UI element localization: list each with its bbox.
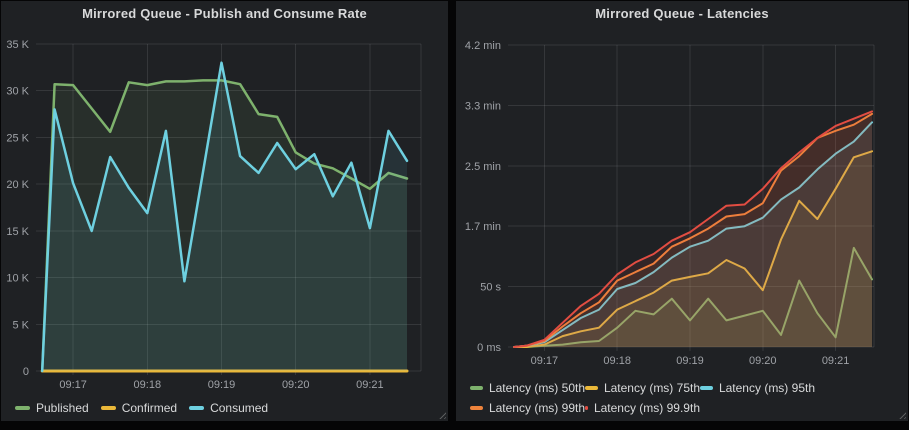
x-tick-label: 09:17: [531, 355, 559, 367]
x-tick-label: 09:18: [603, 355, 631, 367]
x-tick-label: 09:19: [676, 355, 704, 367]
y-tick-label: 0 ms: [477, 342, 501, 354]
x-tick-label: 09:19: [208, 379, 236, 391]
y-tick-label: 5 K: [12, 319, 29, 331]
legend-label: Published: [36, 401, 89, 415]
legend-label: Latency (ms) 75th: [604, 381, 700, 395]
y-tick-label: 0: [23, 366, 29, 378]
latencies-chart[interactable]: 0 ms 50 s 1.7 min 2.5 min 3.3 min 4.2 min 09:1…: [456, 1, 908, 421]
x-tick-label: 09:20: [282, 379, 310, 391]
y-tick-label: 25 K: [6, 132, 29, 144]
y-tick-label: 3.3 min: [465, 100, 501, 112]
legend-swatch-icon: [470, 386, 483, 390]
x-tick-label: 09:20: [749, 355, 777, 367]
legend-swatch-icon: [470, 406, 483, 410]
y-tick-label: 50 s: [480, 282, 501, 294]
y-tick-label: 1.7 min: [465, 221, 501, 233]
legend: Latency (ms) 50th Latency (ms) 75th Latenc…: [470, 378, 830, 418]
x-tick-label: 09:17: [59, 379, 87, 391]
legend-swatch-icon: [189, 406, 204, 410]
x-tick-label: 09:21: [356, 379, 384, 391]
x-tick-label: 09:21: [822, 355, 850, 367]
y-tick-label: 20 K: [6, 179, 29, 191]
panel-latencies: Mirrored Queue - Latencies 0 ms50 s1.7 m…: [456, 1, 908, 421]
legend-item-latency-ms-75th[interactable]: Latency (ms) 75th: [585, 378, 700, 398]
legend-label: Latency (ms) 95th: [719, 381, 815, 395]
legend-item-latency-ms-95th[interactable]: Latency (ms) 95th: [700, 378, 815, 398]
legend-item-published[interactable]: Published: [15, 398, 89, 418]
x-tick-label: 09:18: [134, 379, 162, 391]
legend-swatch-icon: [700, 386, 713, 390]
legend-swatch-icon: [585, 406, 588, 410]
legend-item-latency-ms-99-9th[interactable]: Latency (ms) 99.9th: [585, 398, 700, 418]
y-tick-label: 30 K: [6, 86, 29, 98]
legend: Published Confirmed Consumed: [15, 398, 268, 418]
legend-label: Latency (ms) 99.9th: [594, 401, 700, 415]
publish-consume-chart[interactable]: 0 5 K 10 K 15 K 20 K 25 K 30 K 35 K 09:17 09:18 09…: [1, 1, 448, 421]
legend-label: Latency (ms) 99th: [489, 401, 585, 415]
legend-swatch-icon: [101, 406, 116, 410]
legend-label: Latency (ms) 50th: [489, 381, 585, 395]
legend-item-consumed[interactable]: Consumed: [189, 398, 268, 418]
y-tick-label: 4.2 min: [465, 40, 501, 52]
legend-item-latency-ms-50th[interactable]: Latency (ms) 50th: [470, 378, 585, 398]
legend-label: Confirmed: [122, 401, 177, 415]
y-tick-label: 10 K: [6, 273, 29, 285]
legend-swatch-icon: [15, 406, 30, 410]
legend-swatch-icon: [585, 386, 598, 390]
y-tick-label: 15 K: [6, 226, 29, 238]
y-tick-label: 2.5 min: [465, 161, 501, 173]
series-fill-consumed: [42, 63, 407, 371]
panel-publish-consume-rate: Mirrored Queue - Publish and Consume Rat…: [1, 1, 448, 421]
legend-item-latency-ms-99th[interactable]: Latency (ms) 99th: [470, 398, 585, 418]
y-tick-label: 35 K: [6, 39, 29, 51]
legend-label: Consumed: [210, 401, 268, 415]
legend-item-confirmed[interactable]: Confirmed: [101, 398, 177, 418]
